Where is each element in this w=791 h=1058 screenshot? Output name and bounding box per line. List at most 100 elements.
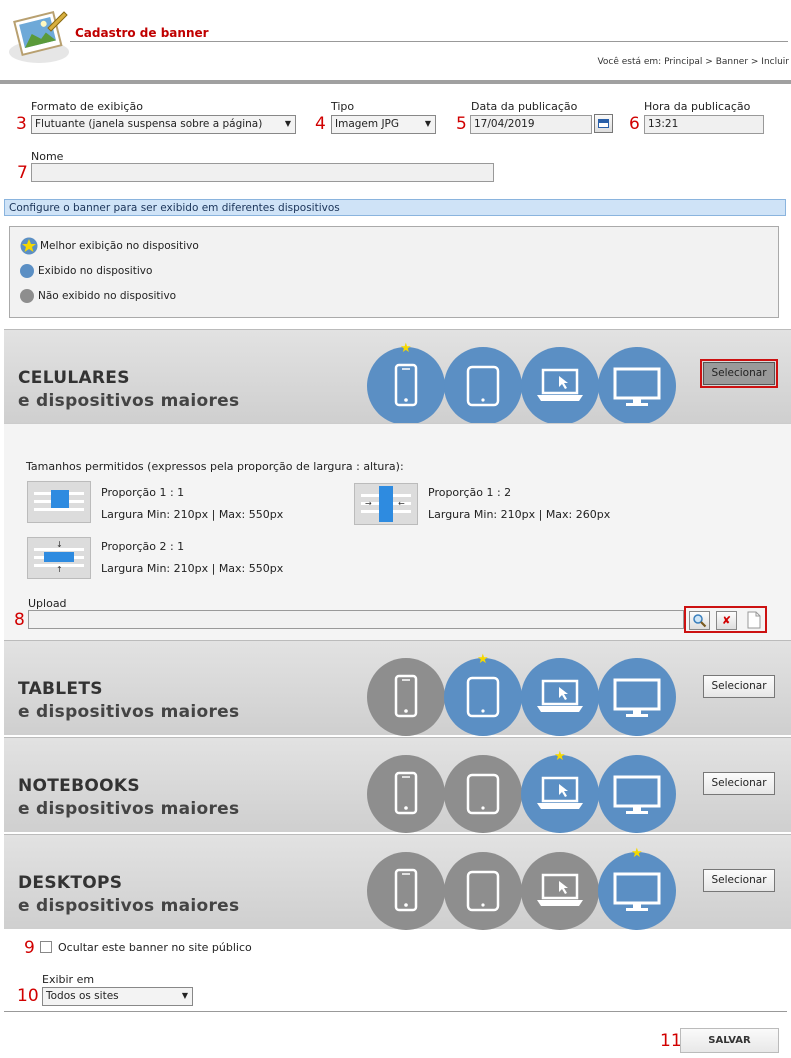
monitor-device-icon bbox=[598, 347, 676, 425]
proportion-2-1-name: Proporção 2 : 1 bbox=[101, 540, 185, 553]
legend-box: Melhor exibição no dispositivo Exibido n… bbox=[9, 226, 779, 318]
select-celulares-button[interactable]: Selecionar bbox=[700, 359, 778, 388]
sizes-heading: Tamanhos permitidos (expressos pela prop… bbox=[26, 460, 404, 473]
legend-label: Exibido no dispositivo bbox=[38, 265, 153, 277]
proportion-1-1-size: Largura Min: 210px | Max: 550px bbox=[101, 508, 284, 521]
monitor-device-icon: ★ bbox=[598, 847, 676, 930]
tipo-label: Tipo bbox=[331, 100, 355, 113]
device-config-header: Configure o banner para ser exibido em d… bbox=[4, 199, 786, 216]
panel-title: NOTEBOOKS e dispositivos maiores bbox=[18, 775, 239, 821]
marker-4: 4 bbox=[315, 114, 326, 134]
panel-title-main: DESKTOPS bbox=[18, 873, 123, 893]
page-title: Cadastro de banner bbox=[75, 26, 209, 40]
panel-title-main: CELULARES bbox=[18, 368, 130, 388]
panel-title: TABLETS e dispositivos maiores bbox=[18, 678, 239, 724]
save-button[interactable]: SALVAR bbox=[680, 1028, 779, 1053]
file-button[interactable] bbox=[743, 611, 764, 630]
panel-tablets: TABLETS e dispositivos maiores ★ Selecionar bbox=[4, 640, 791, 736]
legend-item-best: Melhor exibição no dispositivo bbox=[20, 237, 199, 255]
chevron-down-icon: ▼ bbox=[181, 991, 188, 1000]
upload-input[interactable] bbox=[28, 610, 684, 629]
tipo-select[interactable]: Imagem JPG ▼ bbox=[331, 115, 436, 134]
star-icon: ★ bbox=[477, 652, 489, 667]
marker-9: 9 bbox=[24, 938, 35, 958]
tipo-value: Imagem JPG bbox=[335, 118, 400, 130]
close-icon: ✘ bbox=[721, 614, 732, 627]
exibir-label: Exibir em bbox=[42, 973, 95, 986]
star-icon: ★ bbox=[554, 749, 566, 764]
exibir-select[interactable]: Todos os sites ▼ bbox=[42, 987, 193, 1006]
upload-label: Upload bbox=[28, 597, 67, 610]
calendar-icon bbox=[598, 119, 609, 128]
marker-5: 5 bbox=[456, 114, 467, 134]
proportion-2-1-icon: ↓ ↑ bbox=[27, 537, 91, 579]
nome-input[interactable] bbox=[31, 163, 494, 182]
proportion-1-1-name: Proporção 1 : 1 bbox=[101, 486, 185, 499]
marker-3: 3 bbox=[16, 114, 27, 134]
select-notebooks-button[interactable]: Selecionar bbox=[703, 772, 775, 795]
proportion-2-1-size: Largura Min: 210px | Max: 550px bbox=[101, 562, 284, 575]
panel-desktops: DESKTOPS e dispositivos maiores ★ Seleciona… bbox=[4, 834, 791, 930]
chevron-down-icon: ▼ bbox=[284, 119, 291, 128]
file-icon bbox=[747, 611, 760, 629]
phone-device-icon: ★ bbox=[367, 342, 445, 425]
celulares-details: Tamanhos permitidos (expressos pela prop… bbox=[4, 423, 791, 640]
data-input[interactable]: 17/04/2019 bbox=[470, 115, 592, 134]
formato-value: Flutuante (janela suspensa sobre a págin… bbox=[35, 118, 263, 130]
browse-button[interactable] bbox=[689, 611, 710, 630]
chevron-down-icon: ▼ bbox=[424, 119, 431, 128]
select-tablets-button[interactable]: Selecionar bbox=[703, 675, 775, 698]
remove-button[interactable]: ✘ bbox=[716, 611, 737, 630]
phone-device-icon bbox=[367, 658, 445, 736]
monitor-device-icon bbox=[598, 658, 676, 736]
calendar-button[interactable] bbox=[594, 114, 613, 133]
marker-10: 10 bbox=[17, 986, 39, 1006]
tablet-device-icon bbox=[444, 347, 522, 425]
phone-device-icon bbox=[367, 852, 445, 930]
proportion-1-2-icon: → ← bbox=[354, 483, 418, 525]
nome-label: Nome bbox=[31, 150, 64, 163]
hide-banner-label: Ocultar este banner no site público bbox=[58, 941, 252, 954]
footer-divider bbox=[4, 1011, 787, 1012]
marker-7: 7 bbox=[17, 163, 28, 183]
legend-item-shown: Exibido no dispositivo bbox=[20, 264, 152, 278]
upload-actions: ✘ bbox=[684, 606, 767, 633]
proportion-1-2-size: Largura Min: 210px | Max: 260px bbox=[428, 508, 611, 521]
laptop-device-icon: ★ bbox=[521, 750, 599, 833]
gray-dot-icon bbox=[20, 289, 34, 303]
hide-banner-checkbox[interactable] bbox=[40, 941, 52, 953]
panel-title-main: TABLETS bbox=[18, 679, 103, 699]
panel-subtitle: e dispositivos maiores bbox=[18, 391, 240, 411]
tablet-device-icon bbox=[444, 755, 522, 833]
panel-notebooks: NOTEBOOKS e dispositivos maiores ★ Selecion… bbox=[4, 737, 791, 833]
marker-6: 6 bbox=[629, 114, 640, 134]
exibir-value: Todos os sites bbox=[46, 990, 119, 1002]
laptop-device-icon bbox=[521, 658, 599, 736]
legend-item-hidden: Não exibido no dispositivo bbox=[20, 289, 176, 303]
hora-input[interactable]: 13:21 bbox=[644, 115, 764, 134]
tablet-device-icon: ★ bbox=[444, 653, 522, 736]
laptop-device-icon bbox=[521, 852, 599, 930]
panel-subtitle: e dispositivos maiores bbox=[18, 799, 240, 819]
hora-label: Hora da publicação bbox=[644, 100, 751, 113]
panel-title: CELULARES e dispositivos maiores bbox=[18, 367, 239, 413]
star-icon: ★ bbox=[400, 341, 412, 356]
breadcrumb: Você está em: Principal > Banner > Inclu… bbox=[597, 57, 789, 67]
panel-title-main: NOTEBOOKS bbox=[18, 776, 140, 796]
select-desktops-button[interactable]: Selecionar bbox=[703, 869, 775, 892]
formato-label: Formato de exibição bbox=[31, 100, 143, 113]
panel-subtitle: e dispositivos maiores bbox=[18, 896, 240, 916]
tablet-device-icon bbox=[444, 852, 522, 930]
marker-11: 11 bbox=[660, 1031, 682, 1051]
logo-icon bbox=[9, 10, 69, 63]
title-divider bbox=[70, 41, 788, 42]
header-divider bbox=[0, 80, 791, 84]
star-badge-icon bbox=[20, 237, 38, 255]
panel-subtitle: e dispositivos maiores bbox=[18, 702, 240, 722]
formato-select[interactable]: Flutuante (janela suspensa sobre a págin… bbox=[31, 115, 296, 134]
laptop-device-icon bbox=[521, 347, 599, 425]
panel-celulares: CELULARES e dispositivos maiores ★ Selecion… bbox=[4, 329, 791, 425]
legend-label: Não exibido no dispositivo bbox=[38, 290, 177, 302]
marker-8: 8 bbox=[14, 610, 25, 630]
panel-title: DESKTOPS e dispositivos maiores bbox=[18, 872, 239, 918]
